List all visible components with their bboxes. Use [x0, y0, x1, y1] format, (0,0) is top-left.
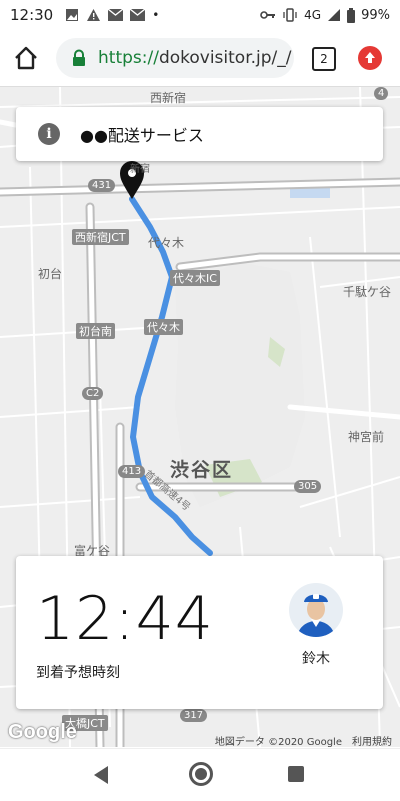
map-road-label: 代々木IC [170, 270, 220, 286]
map-label: 初台 [38, 267, 63, 281]
eta-label: 到着予想時刻 [36, 665, 120, 681]
battery-level: 99% [361, 7, 390, 23]
service-title: ●●配送サービス [80, 126, 204, 145]
battery-icon [347, 7, 356, 23]
vibrate-icon [283, 8, 297, 22]
recent-apps-icon[interactable] [288, 766, 304, 782]
address-bar[interactable]: https://dokovisitor.jp/_/ [56, 38, 294, 78]
driver-name: 鈴木 [302, 651, 330, 667]
map-road-label: 代々木 [144, 319, 183, 335]
route-shield: 413 [118, 465, 146, 478]
google-logo[interactable]: Google [8, 721, 77, 744]
district-label: 渋谷区 [170, 459, 234, 481]
status-time: 12:30 [10, 6, 54, 24]
info-icon[interactable]: i [38, 123, 60, 145]
service-header-card: i ●●配送サービス [16, 107, 383, 161]
map-road-label: 初台南 [76, 323, 115, 339]
image-icon [66, 9, 79, 21]
tab-switcher-button[interactable]: 2 [312, 47, 336, 71]
network-type: 4G [304, 8, 322, 22]
home-circle-icon[interactable] [189, 762, 213, 786]
route-shield: 317 [180, 709, 208, 722]
map-label: 神宮前 [348, 430, 385, 444]
map-road-label: 西新宿JCT [72, 229, 129, 245]
map-label: 千駄ケ谷 [343, 285, 392, 299]
route-shield: 431 [88, 179, 116, 192]
map-attribution: 地図データ ©2020 Google 利用規約 [215, 733, 392, 748]
system-navigation-bar [0, 748, 400, 801]
eta-time: 12:44 [36, 584, 214, 654]
route-shield: 305 [294, 480, 322, 493]
lock-icon [73, 49, 85, 66]
key-icon [260, 11, 276, 19]
terms-link[interactable]: 利用規約 [352, 733, 392, 748]
signal-icon [328, 9, 341, 21]
map-label: 西新宿 [150, 91, 187, 105]
driver-avatar [289, 583, 343, 637]
more-notifications-dot: • [152, 8, 160, 22]
eta-card: 12:44 到着予想時刻 鈴木 [16, 556, 383, 709]
url-scheme: https:// [98, 48, 159, 68]
status-bar: 12:30 • 4G 99% [0, 0, 400, 30]
warning-icon [87, 9, 101, 21]
home-icon[interactable] [12, 44, 40, 72]
system-icons: 4G 99% [260, 0, 390, 30]
url-host: dokovisitor.jp/_/ [158, 48, 292, 68]
notification-icons: • [65, 8, 159, 22]
url-text[interactable]: https://dokovisitor.jp/_/ [98, 48, 294, 68]
back-icon[interactable] [94, 766, 108, 784]
map-label: 新宿 [130, 164, 150, 175]
browser-toolbar: https://dokovisitor.jp/_/ 2 [0, 30, 400, 87]
mail-icon [130, 9, 146, 21]
mail-icon [108, 9, 124, 21]
update-icon[interactable] [358, 46, 382, 70]
route-shield: C2 [82, 387, 104, 400]
map-label: 代々木 [148, 236, 185, 250]
map-data-credit: 地図データ ©2020 Google [214, 737, 342, 748]
arrow-up-icon [365, 52, 375, 63]
driver-photo-icon [289, 583, 343, 637]
